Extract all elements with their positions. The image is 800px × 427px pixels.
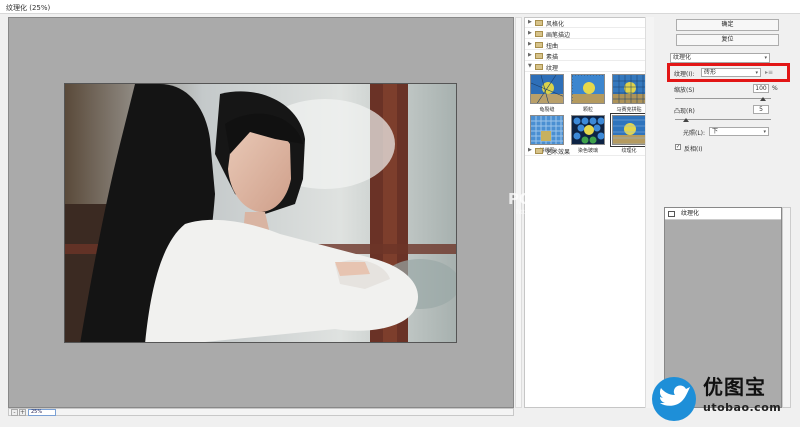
thumb-image — [613, 116, 645, 144]
thumb-image — [531, 75, 563, 103]
reset-button[interactable]: 复位 — [676, 34, 779, 46]
gallery-scrollbar[interactable] — [645, 17, 654, 408]
filter-thumb-craquelure[interactable] — [530, 74, 564, 104]
thumb-image — [572, 75, 604, 103]
relief-field[interactable]: 5 — [753, 105, 769, 114]
eye-icon[interactable] — [668, 211, 675, 217]
thumb-image — [572, 116, 604, 144]
expand-arrow-icon: ▶ — [528, 19, 532, 25]
folder-open-icon — [535, 64, 543, 70]
expand-arrow-icon: ▶ — [528, 41, 532, 47]
thumb-image — [531, 116, 563, 144]
filter-label: 龟裂缝 — [539, 107, 555, 113]
scaling-unit: % — [772, 85, 778, 92]
folder-icon — [535, 42, 543, 48]
texture-highlight-box — [667, 63, 790, 82]
window-titlebar: 纹理化 (25%) — [0, 0, 800, 14]
filter-label: 颗粒 — [582, 107, 593, 113]
zoom-level-field[interactable]: 25% — [28, 409, 56, 416]
relief-slider-handle[interactable] — [683, 118, 689, 122]
scaling-field[interactable]: 100 — [753, 84, 769, 93]
filter-thumb-mosaic-tiles[interactable] — [612, 74, 646, 104]
preview-horizontal-scrollbar[interactable] — [8, 408, 514, 416]
scaling-slider[interactable] — [675, 98, 771, 99]
expand-arrow-icon: ▶ — [528, 30, 532, 36]
scaling-slider-handle[interactable] — [760, 97, 766, 101]
utobao-logo: 优图宝 utobao.com — [648, 371, 798, 425]
chevron-down-icon: ▾ — [763, 129, 766, 135]
invert-label: 反相(I) — [684, 146, 703, 153]
folder-icon — [535, 20, 543, 26]
poco-watermark: POCO 摄影专题 http://photo.poco.cn/ — [508, 190, 621, 216]
invert-checkbox[interactable]: ✓ — [675, 144, 681, 150]
category-sketch[interactable]: ▶ 素描 — [525, 51, 653, 61]
chevron-down-icon: ▾ — [764, 55, 767, 61]
relief-slider[interactable] — [675, 119, 771, 120]
logo-text: 优图宝 — [703, 375, 766, 399]
effect-layer-row[interactable]: 纹理化 — [665, 208, 781, 220]
window-title: 纹理化 (25%) — [6, 4, 51, 12]
filter-label: 马赛克拼贴 — [616, 107, 642, 113]
thumb-image — [613, 75, 645, 103]
zoom-out-button[interactable]: - — [11, 409, 18, 416]
scaling-label: 缩放(S) — [674, 87, 695, 94]
filter-thumb-grain[interactable] — [571, 74, 605, 104]
filter-select[interactable]: 纹理化 ▾ — [670, 53, 770, 63]
folder-icon — [535, 53, 543, 59]
category-distort[interactable]: ▶ 扭曲 — [525, 40, 653, 50]
category-stylize[interactable]: ▶ 风格化 — [525, 18, 653, 28]
preview-photo — [64, 83, 457, 343]
category-texture[interactable]: ▼ 纹理 — [525, 62, 653, 72]
preview-canvas[interactable] — [8, 17, 514, 408]
logo-url: utobao.com — [703, 401, 782, 414]
ok-button[interactable]: 确定 — [676, 19, 779, 31]
filter-thumb-texturizer[interactable] — [610, 113, 648, 147]
relief-label: 凸现(R) — [674, 108, 695, 115]
expand-arrow-icon: ▶ — [528, 52, 532, 58]
zoom-in-button[interactable]: + — [19, 409, 26, 416]
folder-icon — [535, 148, 543, 154]
bird-logo-icon — [652, 377, 696, 421]
photo-image — [65, 84, 456, 342]
light-select[interactable]: 下 ▾ — [709, 127, 769, 136]
light-label: 光照(L): — [683, 130, 706, 137]
filter-thumb-patchwork[interactable] — [530, 115, 564, 145]
filter-thumb-stained-glass[interactable] — [571, 115, 605, 145]
folder-icon — [535, 31, 543, 37]
category-brush-strokes[interactable]: ▶ 画笔描边 — [525, 29, 653, 39]
collapse-arrow-icon: ▼ — [528, 63, 532, 69]
expand-arrow-icon: ▶ — [528, 147, 532, 153]
category-artistic[interactable]: ▶ 艺术效果 — [525, 146, 653, 156]
